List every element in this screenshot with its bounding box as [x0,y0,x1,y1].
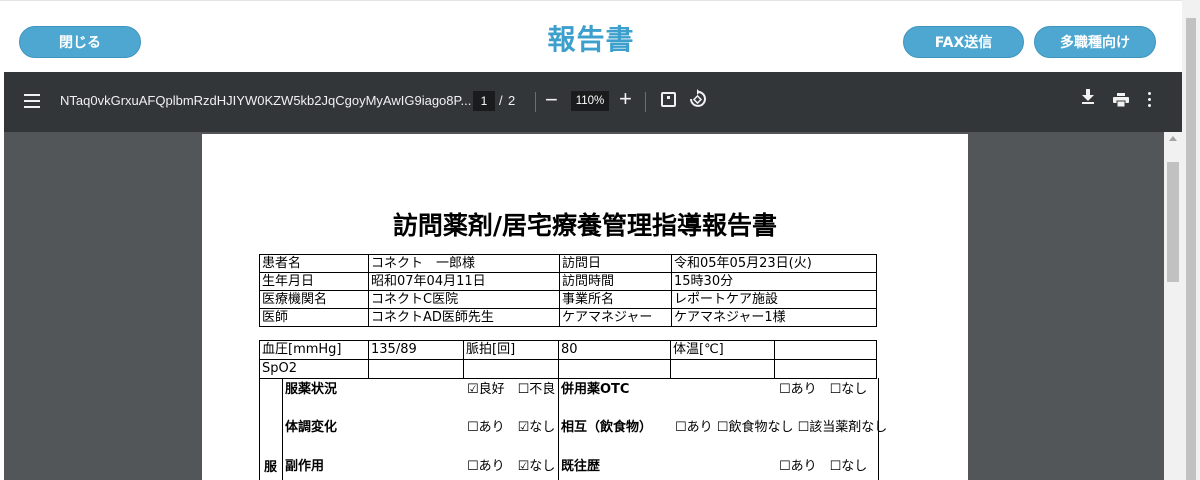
temp-label: 体温[℃] [670,340,775,360]
check-row-options[interactable]: ☑良好 ☐不良 [467,378,555,397]
fax-send-button[interactable]: FAX送信 [903,26,1024,58]
table-cell: 昭和07年04月11日 [368,272,560,291]
document-title: 訪問薬剤/居宅療養管理指導報告書 [392,211,778,240]
page-scrollbar[interactable] [1182,0,1200,480]
table-cell: コネクトC医院 [368,290,560,309]
table-cell [558,359,671,379]
fit-page-icon[interactable] [661,92,676,107]
pdf-viewer[interactable]: 訪問薬剤/居宅療養管理指導報告書 患者名 コネクト 一郎様 訪問日 令和05年0… [4,132,1164,480]
check-row-label: 相互（飲食物） [561,420,653,435]
pulse-label: 脈拍[回] [463,340,559,360]
multi-profession-button[interactable]: 多職種向け [1034,26,1156,58]
app-header: 閉じる 報告書 FAX送信 多職種向け [0,0,1182,73]
pdf-filename: NTaq0vkGrxuAFQplbmRzdHJIYW0KZW5kb2JqCgoy… [60,93,472,108]
toolbar-divider [535,92,536,112]
check-row-options[interactable]: ☐あり ☑なし [467,416,555,435]
table-row: 医師 コネクトAD医師先生 ケアマネジャー ケアマネジャー1様 [259,308,877,327]
pdf-toolbar: NTaq0vkGrxuAFQplbmRzdHJIYW0KZW5kb2JqCgoy… [4,72,1182,132]
check-row-label: 併用薬OTC [561,382,630,397]
table-row: 医療機関名 コネクトC医院 事業所名 レポートケア施設 [259,290,877,309]
section-column: 服 [259,378,283,480]
table-cell: コネクト 一郎様 [368,254,560,273]
check-row-label: 体調変化 [285,420,338,435]
page-total: 2 [508,93,516,108]
viewer-scrollbar[interactable] [1164,132,1182,480]
pulse-value: 80 [558,340,671,360]
zoom-out-button[interactable]: − [545,87,558,113]
check-row-options[interactable]: ☐あり ☑なし [467,455,555,474]
table-row: 患者名 コネクト 一郎様 訪問日 令和05年05月23日(火) [259,254,877,273]
spo2-value [368,359,464,379]
check-row-options[interactable]: ☐あり ☐飲食物なし ☐該当薬剤なし [675,416,887,435]
check-row-label: 服薬状況 [285,382,338,397]
rotate-icon[interactable] [688,89,706,114]
section-label: 服 [264,460,278,475]
table-cell: 患者名 [259,254,369,273]
bp-value: 135/89 [368,340,464,360]
zoom-in-button[interactable]: + [619,86,632,112]
vitals-table: 血圧[mmHg] 135/89 脈拍[回] 80 体温[℃] SpO2 [259,340,877,379]
temp-value [774,340,877,360]
zoom-input[interactable]: 110% [571,91,609,111]
check-row-label: 既往歴 [561,459,601,474]
check-row-options[interactable]: ☐あり ☐なし [779,378,867,397]
table-row: SpO2 [259,359,877,379]
table-cell: 生年月日 [259,272,369,291]
table-cell: 医療機関名 [259,290,369,309]
table-cell: 令和05年05月23日(火) [671,254,877,273]
medication-check-section: 服 服薬状況 ☑良好 ☐不良 併用薬OTC ☐あり ☐なし 体調変化 ☐あり ☑… [259,378,887,480]
table-cell: 事業所名 [559,290,672,309]
table-cell: 医師 [259,308,369,327]
page-number-input[interactable]: 1 [473,91,495,111]
page-scroll-thumb[interactable] [1186,18,1196,480]
scroll-thumb[interactable] [1167,162,1179,282]
table-cell: コネクトAD医師先生 [368,308,560,327]
table-cell [463,359,559,379]
scroll-up-arrow-icon[interactable] [1169,136,1177,141]
check-row-label: 副作用 [285,459,325,474]
table-cell [774,359,877,379]
spo2-label: SpO2 [259,359,369,379]
pdf-page: 訪問薬剤/居宅療養管理指導報告書 患者名 コネクト 一郎様 訪問日 令和05年0… [202,134,968,480]
table-cell: 訪問日 [559,254,672,273]
menu-icon[interactable] [24,94,40,108]
table-cell: ケアマネジャー1様 [671,308,877,327]
table-cell: 15時30分 [671,272,877,291]
patient-info-table: 患者名 コネクト 一郎様 訪問日 令和05年05月23日(火) 生年月日 昭和0… [259,254,877,327]
more-options-icon[interactable] [1148,92,1152,110]
check-row-options[interactable]: ☐あり ☐なし [779,455,867,474]
table-cell [670,359,775,379]
table-row: 血圧[mmHg] 135/89 脈拍[回] 80 体温[℃] [259,340,877,360]
table-row: 生年月日 昭和07年04月11日 訪問時間 15時30分 [259,272,877,291]
bp-label: 血圧[mmHg] [259,340,369,360]
print-icon[interactable] [1113,92,1129,108]
page-separator: / [499,93,503,108]
table-cell: 訪問時間 [559,272,672,291]
toolbar-divider [645,92,646,112]
table-cell: ケアマネジャー [559,308,672,327]
table-cell: レポートケア施設 [671,290,877,309]
divider [558,378,559,480]
download-icon[interactable] [1081,89,1095,110]
